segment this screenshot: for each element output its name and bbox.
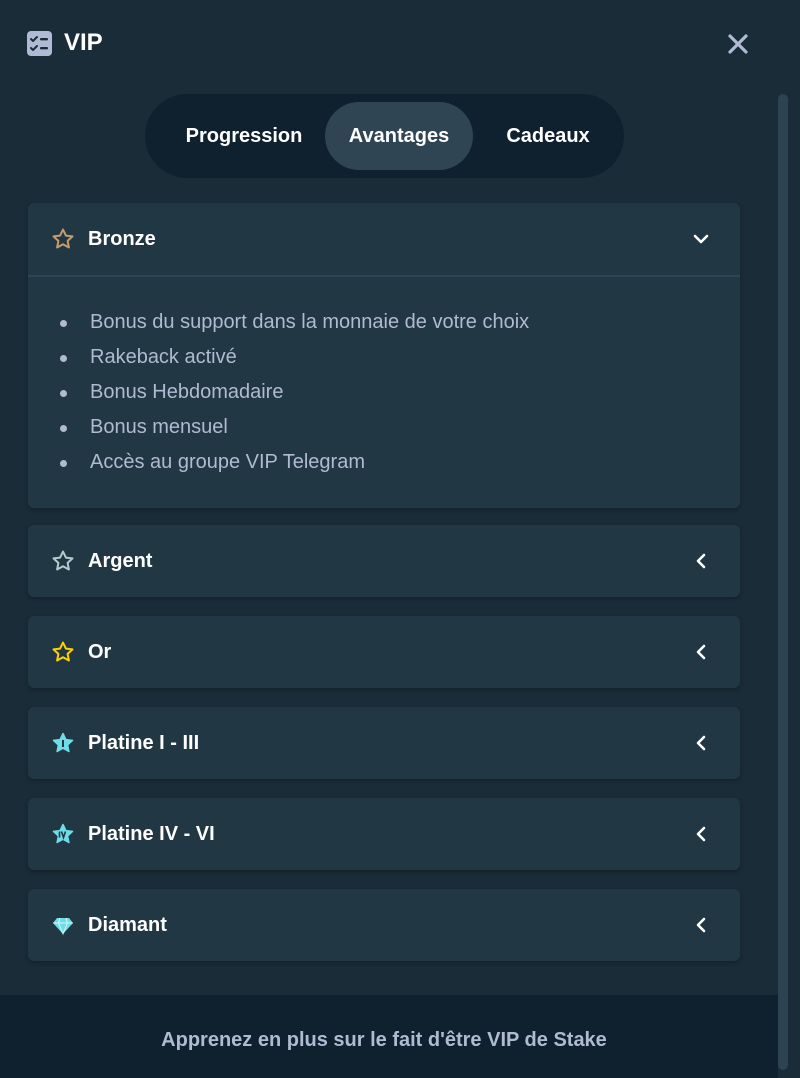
tier-name: Argent [88, 550, 153, 572]
list-item: Accès au groupe VIP Telegram [28, 447, 740, 482]
tier-header-argent[interactable]: Argent [28, 525, 740, 597]
tier-panel-platine-1-3: Platine I - III [28, 707, 740, 779]
tier-panel-argent: Argent [28, 525, 740, 597]
tier-header-bronze[interactable]: Bronze [28, 203, 740, 275]
gold-star-icon [52, 641, 74, 662]
chevron-left-icon [696, 644, 706, 660]
tier-name: Platine I - III [88, 732, 200, 754]
platinum-star-icon [52, 732, 74, 753]
tier-panel-bronze: Bronze Bonus du support dans la monnaie … [28, 203, 740, 508]
chevron-left-icon [696, 826, 706, 842]
list-item: Bonus mensuel [28, 412, 740, 447]
modal-title: VIP [64, 29, 103, 56]
tab-avantages[interactable]: Avantages [325, 102, 473, 170]
chevron-left-icon [696, 735, 706, 751]
tab-bar: Progression Avantages Cadeaux [145, 94, 624, 178]
silver-star-icon [52, 550, 74, 571]
chevron-down-icon [693, 234, 709, 244]
list-item: Bonus du support dans la monnaie de votr… [28, 307, 740, 342]
tier-header-platine-1-3[interactable]: Platine I - III [28, 707, 740, 779]
tier-header-diamant[interactable]: Diamant [28, 889, 740, 961]
tier-name: Diamant [88, 914, 167, 936]
tier-header-or[interactable]: Or [28, 616, 740, 688]
chevron-left-icon [696, 553, 706, 569]
tab-progression[interactable]: Progression [157, 102, 331, 170]
diamond-icon [53, 917, 73, 936]
tier-name: Or [88, 641, 112, 663]
tier-panel-platine-4-6: Platine IV - VI [28, 798, 740, 870]
tier-header-platine-4-6[interactable]: Platine IV - VI [28, 798, 740, 870]
bronze-star-icon [52, 228, 74, 249]
tier-name: Bronze [88, 228, 156, 250]
tier-panel-diamant: Diamant [28, 889, 740, 961]
tier-panel-or: Or [28, 616, 740, 688]
modal-header: VIP [0, 0, 800, 86]
chevron-left-icon [696, 917, 706, 933]
tier-benefits-list: Bonus du support dans la monnaie de votr… [28, 275, 740, 508]
scrollbar[interactable] [778, 94, 788, 1070]
vip-modal: VIP Progression Avantages Cadeaux Bronze… [0, 0, 800, 1078]
tab-cadeaux[interactable]: Cadeaux [477, 102, 619, 170]
list-item: Rakeback activé [28, 342, 740, 377]
learn-more-vip-link[interactable]: Apprenez en plus sur le fait d'être VIP … [0, 1028, 768, 1052]
vip-checklist-icon [27, 31, 52, 56]
tier-name: Platine IV - VI [88, 823, 215, 845]
close-icon[interactable] [724, 30, 752, 58]
platinum-star-icon [52, 823, 74, 844]
modal-footer: Apprenez en plus sur le fait d'être VIP … [0, 995, 778, 1078]
list-item: Bonus Hebdomadaire [28, 377, 740, 412]
